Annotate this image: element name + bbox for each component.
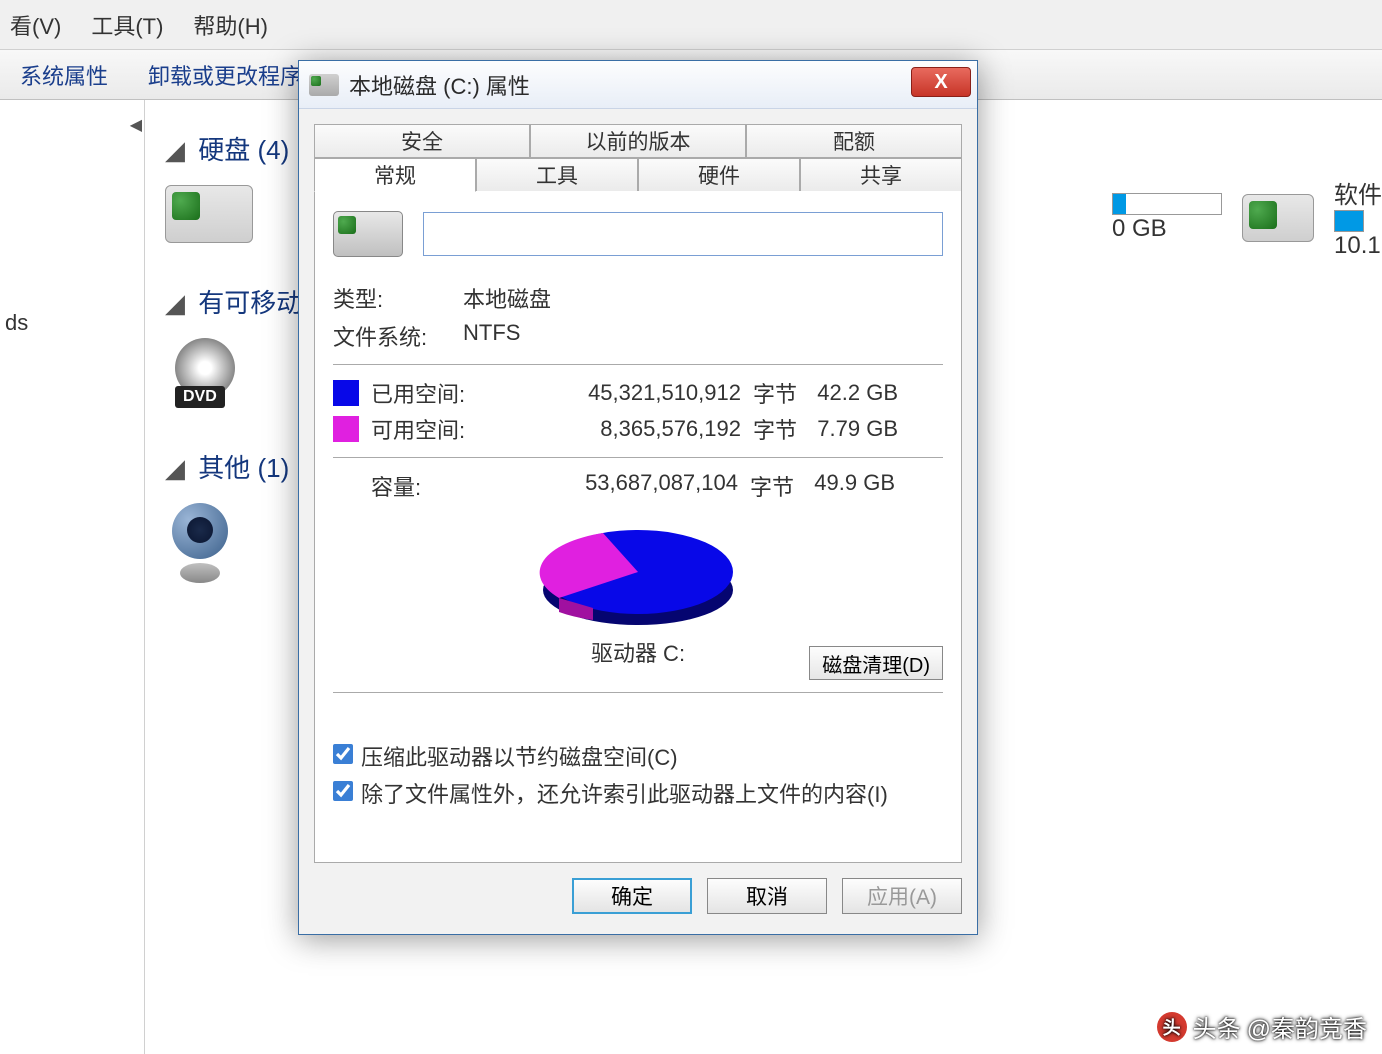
- used-space-label: 已用空间:: [371, 377, 491, 409]
- used-space-gb: 42.2 GB: [803, 380, 898, 406]
- chevron-down-icon: ◢: [165, 453, 185, 483]
- properties-dialog: 本地磁盘 (C:) 属性 X 安全 以前的版本 配额 常规 工具 硬件 共享 类…: [298, 60, 978, 935]
- free-space-gb: 7.79 GB: [803, 416, 898, 442]
- capacity-gb: 49.9 GB: [800, 470, 895, 502]
- drive-icon: [309, 74, 339, 96]
- used-space-swatch: [333, 380, 359, 406]
- disk-cleanup-button[interactable]: 磁盘清理(D): [809, 646, 943, 680]
- drive-icon: [333, 211, 403, 257]
- filesystem-label: 文件系统:: [333, 320, 463, 352]
- used-space-bytes: 45,321,510,912: [491, 380, 741, 406]
- capacity-label: 容量:: [333, 470, 488, 502]
- capacity-bytes: 53,687,087,104: [488, 470, 738, 502]
- tab-general[interactable]: 常规: [314, 158, 476, 192]
- tab-quota[interactable]: 配额: [746, 124, 962, 158]
- watermark-prefix: 头条: [1193, 1009, 1241, 1044]
- section-hdd-label: 硬盘 (4): [198, 135, 289, 165]
- chevron-down-icon: ◢: [165, 288, 185, 318]
- index-label: 除了文件属性外，还允许索引此驱动器上文件的内容(I): [361, 777, 888, 809]
- apply-button[interactable]: 应用(A): [842, 878, 962, 914]
- section-removable-label: 有可移动: [198, 288, 302, 318]
- tab-security[interactable]: 安全: [314, 124, 530, 158]
- disk-usage-pie-chart: [533, 520, 743, 630]
- chevron-left-icon[interactable]: ◀: [130, 115, 142, 135]
- drive-usage-bar: [1112, 193, 1222, 215]
- toolbar-uninstall[interactable]: 卸载或更改程序: [148, 59, 302, 91]
- type-label: 类型:: [333, 282, 463, 314]
- hdd-icon[interactable]: [1242, 194, 1314, 242]
- hdd-icon[interactable]: [165, 185, 253, 243]
- used-space-unit: 字节: [753, 377, 803, 409]
- free-space-bytes: 8,365,576,192: [491, 416, 741, 442]
- drive-val-text: 10.1: [1334, 232, 1382, 260]
- menu-tools[interactable]: 工具(T): [91, 9, 163, 41]
- drive-soft-label: 软件: [1334, 175, 1382, 210]
- dialog-titlebar[interactable]: 本地磁盘 (C:) 属性 X: [299, 61, 977, 109]
- drive-size-text: 0 GB: [1112, 215, 1222, 243]
- filesystem-value: NTFS: [463, 320, 520, 352]
- dialog-title: 本地磁盘 (C:) 属性: [349, 69, 530, 101]
- menu-help[interactable]: 帮助(H): [193, 9, 268, 41]
- sidebar-item[interactable]: ds: [5, 310, 139, 336]
- cancel-button[interactable]: 取消: [707, 878, 827, 914]
- compress-label: 压缩此驱动器以节约磁盘空间(C): [361, 740, 678, 772]
- free-space-swatch: [333, 416, 359, 442]
- dvd-drive-icon[interactable]: DVD: [165, 338, 253, 408]
- tab-tools[interactable]: 工具: [476, 158, 638, 192]
- free-space-label: 可用空间:: [371, 413, 491, 445]
- drive-usage-bar-2: [1334, 210, 1364, 232]
- chevron-down-icon: ◢: [165, 135, 185, 165]
- ok-button[interactable]: 确定: [572, 878, 692, 914]
- tab-sharing[interactable]: 共享: [800, 158, 962, 192]
- tab-hardware[interactable]: 硬件: [638, 158, 800, 192]
- toutiao-logo-icon: 头: [1157, 1012, 1187, 1042]
- close-button[interactable]: X: [911, 67, 971, 97]
- menu-view[interactable]: 看(V): [10, 9, 61, 41]
- drive-name-input[interactable]: [423, 212, 943, 256]
- watermark-author: @秦韵竞香: [1247, 1009, 1367, 1044]
- watermark: 头 头条 @秦韵竞香: [1157, 1009, 1367, 1044]
- free-space-unit: 字节: [753, 413, 803, 445]
- type-value: 本地磁盘: [463, 282, 551, 314]
- toolbar-system-properties[interactable]: 系统属性: [20, 59, 108, 91]
- webcam-icon[interactable]: [165, 503, 235, 583]
- index-checkbox[interactable]: [333, 781, 353, 801]
- capacity-unit: 字节: [750, 470, 800, 502]
- tab-previous-versions[interactable]: 以前的版本: [530, 124, 746, 158]
- section-other-label: 其他 (1): [198, 453, 289, 483]
- compress-checkbox[interactable]: [333, 744, 353, 764]
